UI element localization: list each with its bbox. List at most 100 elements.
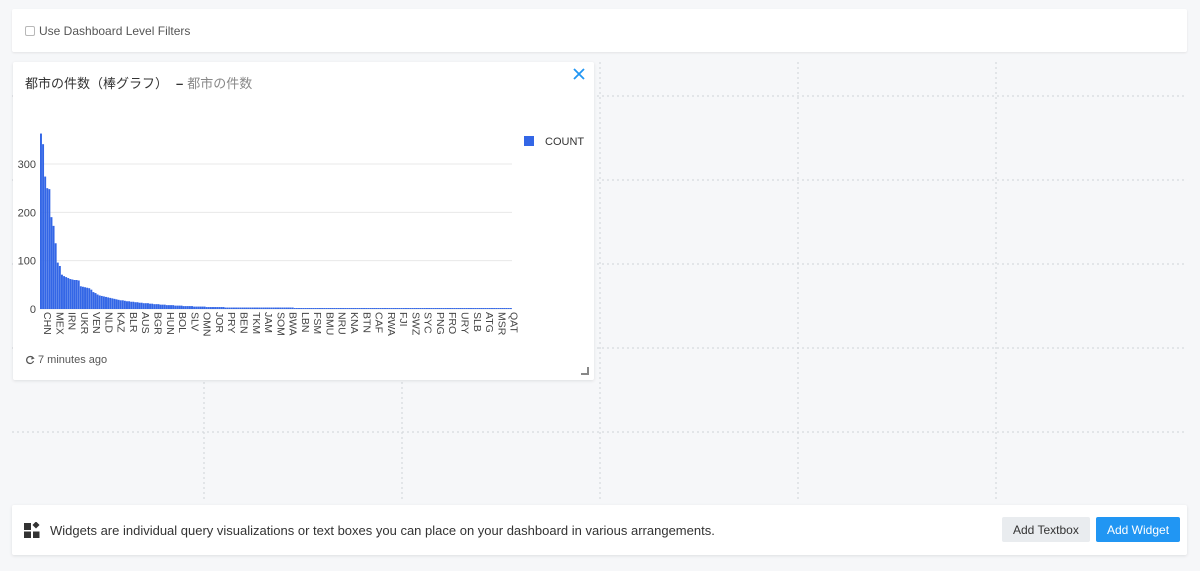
bar[interactable] — [163, 304, 166, 309]
bar[interactable] — [228, 307, 231, 309]
bar[interactable] — [235, 307, 238, 309]
bar[interactable] — [130, 301, 133, 309]
bar[interactable] — [358, 308, 361, 309]
bar[interactable] — [308, 308, 311, 309]
dashboard-filters-checkbox[interactable] — [25, 25, 35, 36]
add-textbox-button[interactable]: Add Textbox — [1002, 517, 1090, 542]
bar[interactable] — [58, 265, 61, 309]
bar[interactable] — [178, 305, 181, 309]
bar[interactable] — [241, 307, 244, 309]
bar[interactable] — [155, 304, 158, 309]
bar[interactable] — [283, 307, 286, 309]
bar[interactable] — [436, 308, 439, 309]
bar[interactable] — [174, 305, 177, 309]
bar[interactable] — [390, 308, 393, 309]
bar[interactable] — [109, 297, 112, 309]
bar[interactable] — [337, 308, 340, 309]
bar[interactable] — [465, 308, 468, 309]
bar[interactable] — [423, 308, 426, 309]
bar[interactable] — [44, 176, 47, 309]
bar[interactable] — [279, 307, 282, 309]
bar[interactable] — [312, 308, 315, 309]
bar[interactable] — [455, 308, 458, 309]
bar[interactable] — [507, 308, 510, 309]
bar[interactable] — [314, 308, 317, 309]
bar[interactable] — [79, 286, 82, 309]
bar[interactable] — [304, 308, 307, 309]
bar[interactable] — [434, 308, 437, 309]
bar[interactable] — [186, 306, 189, 309]
bar[interactable] — [268, 307, 271, 309]
bar[interactable] — [425, 308, 428, 309]
bar[interactable] — [419, 308, 422, 309]
refresh-indicator[interactable]: 7 minutes ago — [25, 354, 107, 366]
bar[interactable] — [128, 301, 131, 309]
bar[interactable] — [151, 303, 154, 309]
bar[interactable] — [188, 306, 191, 309]
bar[interactable] — [438, 308, 441, 309]
bar[interactable] — [197, 306, 200, 309]
bar[interactable] — [94, 293, 97, 309]
bar[interactable] — [505, 308, 508, 309]
bar[interactable] — [209, 307, 212, 309]
bar[interactable] — [46, 188, 49, 309]
bar[interactable] — [321, 308, 324, 309]
bar[interactable] — [342, 308, 345, 309]
bar[interactable] — [495, 308, 498, 309]
bar[interactable] — [73, 280, 76, 309]
bar[interactable] — [417, 308, 420, 309]
bar[interactable] — [201, 306, 204, 309]
bar[interactable] — [220, 307, 223, 309]
bar[interactable] — [428, 308, 431, 309]
bar[interactable] — [207, 307, 210, 309]
bar[interactable] — [346, 308, 349, 309]
bar[interactable] — [461, 308, 464, 309]
bar[interactable] — [386, 308, 389, 309]
bar[interactable] — [262, 307, 265, 309]
bar[interactable] — [293, 308, 296, 309]
bar[interactable] — [100, 295, 103, 309]
bar[interactable] — [136, 302, 139, 309]
bar[interactable] — [126, 301, 128, 309]
bar[interactable] — [381, 308, 384, 309]
bar[interactable] — [335, 308, 338, 309]
bar[interactable] — [375, 308, 378, 309]
bar[interactable] — [216, 307, 219, 309]
bar[interactable] — [298, 308, 300, 309]
bar[interactable] — [138, 302, 141, 309]
bar[interactable] — [289, 307, 292, 309]
bar[interactable] — [52, 225, 55, 309]
bar[interactable] — [107, 297, 110, 309]
bar[interactable] — [42, 144, 45, 309]
bar[interactable] — [134, 302, 137, 309]
bar[interactable] — [182, 306, 185, 309]
bar[interactable] — [411, 308, 414, 309]
bar[interactable] — [348, 308, 351, 309]
bar[interactable] — [398, 308, 401, 309]
bar[interactable] — [350, 308, 353, 309]
bar[interactable] — [67, 278, 70, 309]
bar[interactable] — [165, 305, 168, 309]
bar[interactable] — [142, 303, 145, 309]
bar[interactable] — [352, 308, 355, 309]
bar[interactable] — [285, 307, 288, 309]
bar[interactable] — [444, 308, 447, 309]
bar[interactable] — [449, 308, 452, 309]
bar[interactable] — [86, 287, 89, 309]
bar[interactable] — [432, 308, 435, 309]
bar[interactable] — [396, 308, 399, 309]
bar[interactable] — [470, 308, 472, 309]
bar[interactable] — [327, 308, 330, 309]
bar[interactable] — [191, 306, 193, 309]
bar[interactable] — [405, 308, 407, 309]
bar[interactable] — [172, 305, 175, 309]
bar[interactable] — [253, 307, 256, 309]
bar[interactable] — [249, 307, 252, 309]
bar[interactable] — [493, 308, 496, 309]
bar[interactable] — [176, 305, 179, 309]
bar[interactable] — [484, 308, 487, 309]
bar[interactable] — [84, 287, 87, 309]
bar[interactable] — [50, 217, 53, 309]
bar[interactable] — [170, 305, 173, 309]
bar[interactable] — [157, 304, 160, 309]
